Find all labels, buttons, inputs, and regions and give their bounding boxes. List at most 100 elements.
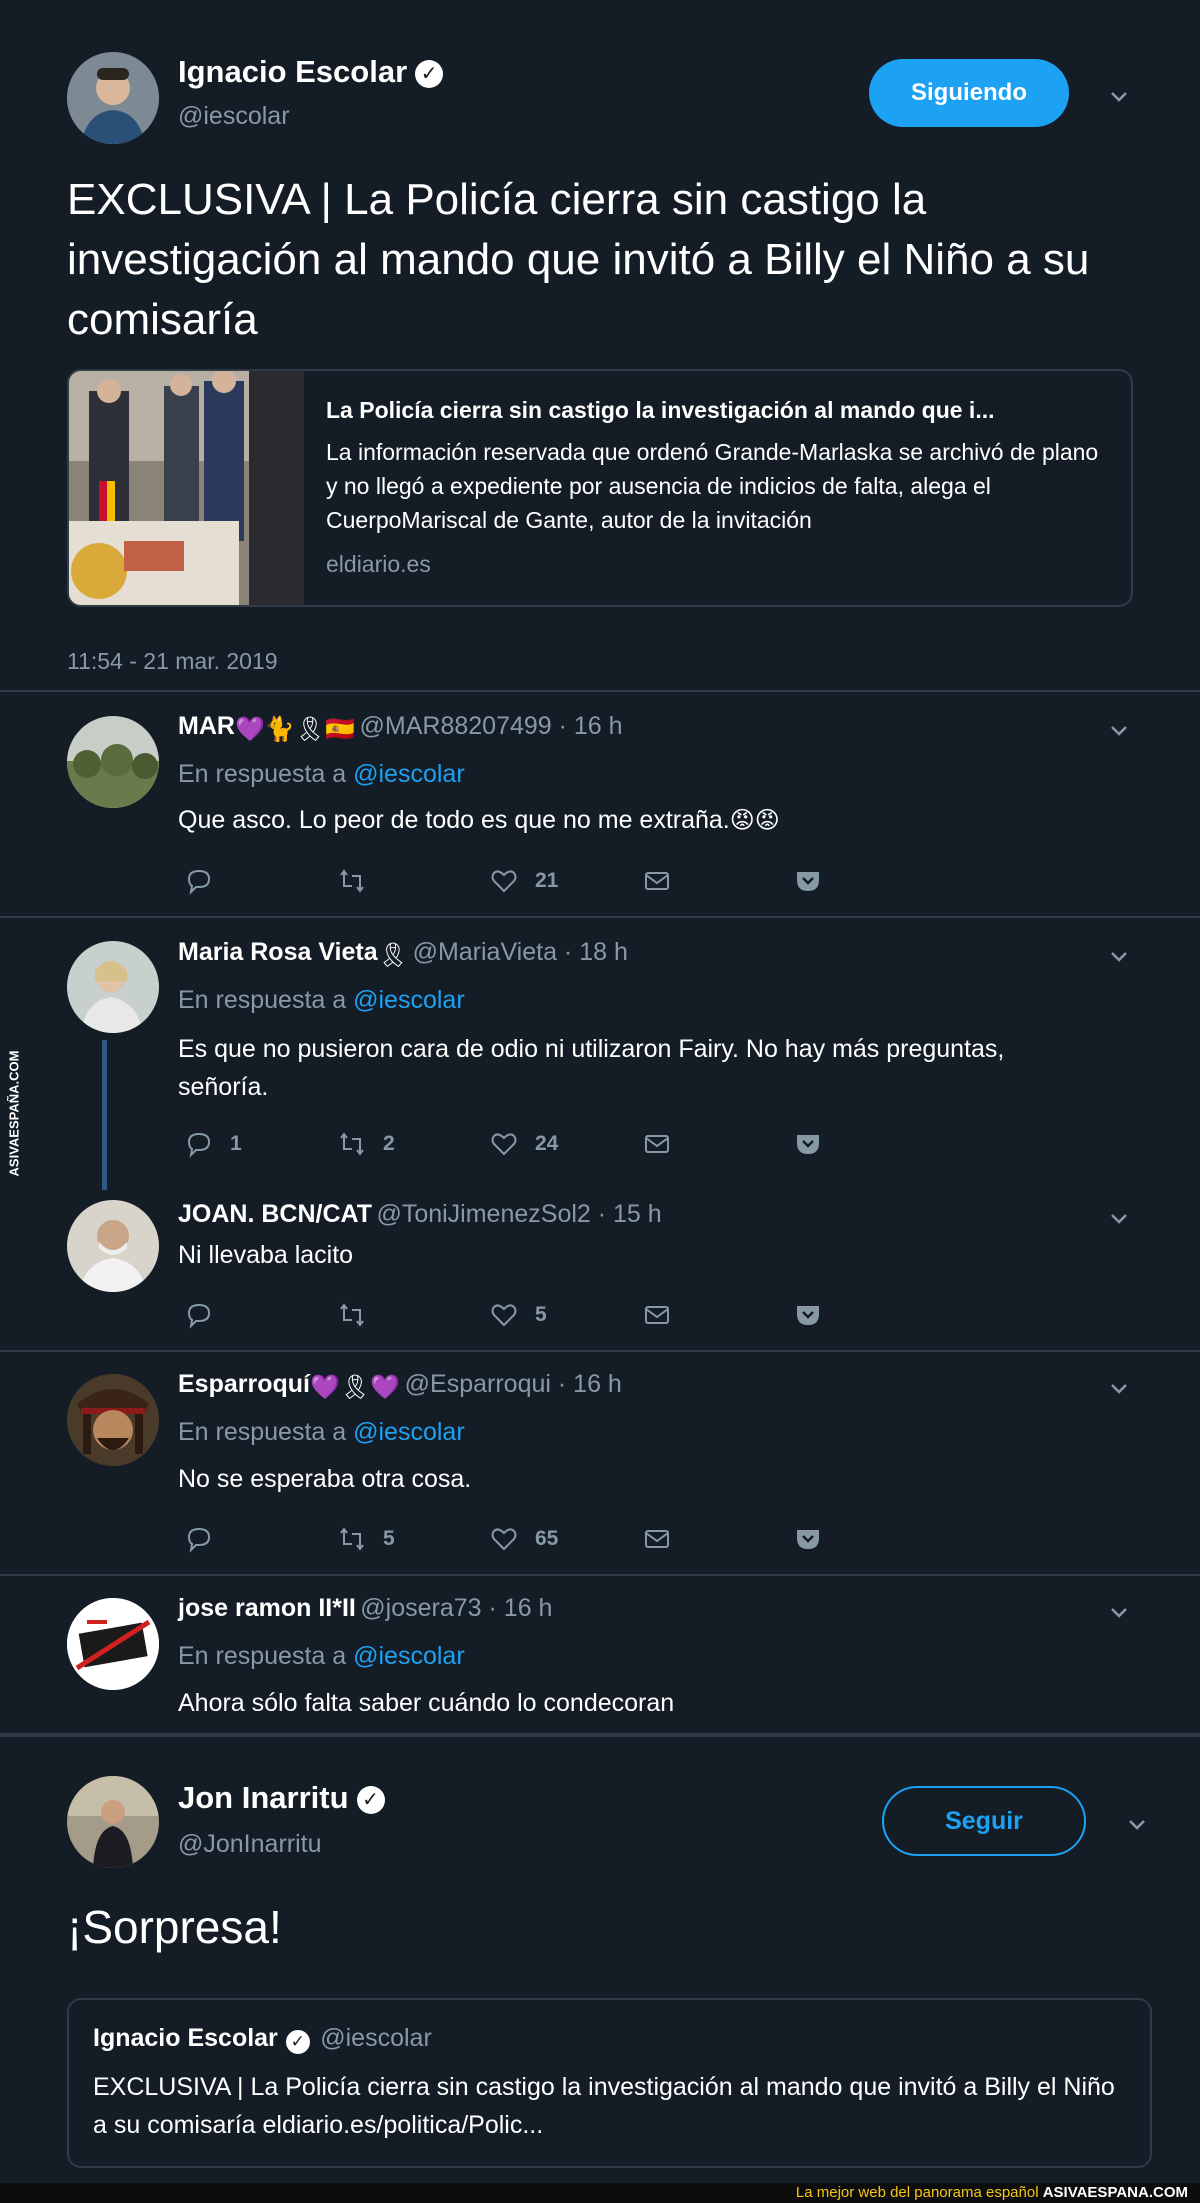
reply-to-prefix: En respuesta a — [178, 1642, 347, 1670]
avatar-maria-rosa-vieta[interactable] — [67, 941, 159, 1033]
avatar-esparroqui[interactable] — [67, 1374, 159, 1466]
like-count: 65 — [535, 1527, 559, 1550]
divider — [0, 916, 1200, 918]
reply-author-handle[interactable]: @Esparroqui · 16 h — [405, 1370, 622, 1398]
reply-to-prefix: En respuesta a — [178, 1418, 347, 1446]
footer-bar: La mejor web del panorama español ASIVAE… — [0, 2183, 1200, 2203]
like-action[interactable]: 5 — [489, 1300, 547, 1330]
reply-to-prefix: En respuesta a — [178, 760, 347, 788]
like-count: 24 — [535, 1132, 559, 1155]
reply-action[interactable] — [184, 1524, 230, 1554]
pocket-action[interactable] — [793, 1524, 823, 1554]
avatar-mar[interactable] — [67, 716, 159, 808]
retweet-action[interactable]: 5 — [337, 1524, 395, 1554]
reply-author-handle[interactable]: @ToniJimenezSol2 · 15 h — [376, 1200, 661, 1228]
envelope-icon — [645, 1530, 669, 1548]
person-photo-icon — [67, 941, 159, 1033]
like-action[interactable]: 21 — [489, 866, 558, 896]
chevron-down-icon[interactable] — [1104, 1598, 1134, 1628]
reply-text: No se esperaba otra cosa. — [178, 1465, 472, 1493]
reply-author-handle[interactable]: @MariaVieta · 18 h — [413, 938, 628, 966]
retweet-icon — [340, 869, 364, 893]
retweet-action[interactable] — [337, 1300, 383, 1330]
like-count: 5 — [535, 1303, 547, 1326]
card-description: La información reservada que ordenó Gran… — [326, 439, 1099, 533]
reply-text: Ni llevaba lacito — [178, 1241, 354, 1269]
avatar-jon-inarritu[interactable] — [67, 1776, 159, 1868]
reply-author-name[interactable]: MAR — [178, 712, 235, 740]
pirate-photo-icon — [67, 1374, 159, 1466]
quoted-text: EXCLUSIVA | La Policía cierra sin castig… — [93, 2073, 1115, 2139]
avatar-ignacio-escolar[interactable] — [67, 52, 159, 144]
chevron-down-icon[interactable] — [1104, 1204, 1134, 1234]
following-button[interactable]: Siguiendo — [869, 59, 1069, 127]
avatar-jose-ramon[interactable] — [67, 1598, 159, 1690]
message-action[interactable] — [642, 1129, 672, 1159]
reply-author-name[interactable]: JOAN. BCN/CAT — [178, 1200, 372, 1228]
pocket-action[interactable] — [793, 866, 823, 896]
quoted-tweet[interactable]: Ignacio Escolar ✓ @iescolar EXCLUSIVA | L… — [67, 1998, 1152, 2168]
heart-icon — [491, 1133, 517, 1156]
retweet-action[interactable] — [337, 866, 383, 896]
reply-icon — [187, 1132, 211, 1158]
reply-to-handle[interactable]: @iescolar — [353, 1418, 465, 1446]
like-action[interactable]: 24 — [489, 1129, 558, 1159]
card-title[interactable]: La Policía cierra sin castigo la investi… — [326, 397, 1116, 424]
card-domain[interactable]: eldiario.es — [326, 551, 431, 578]
name-emojis: 🎗 — [377, 942, 409, 970]
author-handle[interactable]: @iescolar — [178, 102, 290, 131]
retweet-action[interactable]: 2 — [337, 1129, 395, 1159]
like-action[interactable]: 65 — [489, 1524, 558, 1554]
person-photo-icon — [67, 1776, 159, 1868]
chevron-down-icon[interactable] — [1122, 1810, 1152, 1840]
heart-icon — [491, 1304, 517, 1327]
reply-icon — [187, 869, 211, 895]
chevron-down-icon[interactable] — [1104, 82, 1134, 112]
divider — [0, 1350, 1200, 1352]
chevron-down-icon[interactable] — [1104, 716, 1134, 746]
reply-author-handle[interactable]: @josera73 · 16 h — [360, 1594, 552, 1622]
pocket-icon — [797, 1135, 819, 1154]
footer-brand[interactable]: ASIVAESPANA.COM — [1043, 2184, 1188, 2201]
reply-text: Es que no pusieron cara de odio ni utili… — [178, 1035, 1005, 1101]
chevron-down-icon[interactable] — [1104, 942, 1134, 972]
retweet-count: 5 — [383, 1527, 395, 1550]
message-action[interactable] — [642, 1300, 672, 1330]
avatar-joan[interactable] — [67, 1200, 159, 1292]
reply-to-prefix: En respuesta a — [178, 986, 347, 1014]
link-card[interactable]: La Policía cierra sin castigo la investi… — [67, 369, 1133, 607]
reply-author-name[interactable]: Maria Rosa Vieta — [178, 938, 378, 966]
reply-action[interactable] — [184, 1300, 230, 1330]
reply-action[interactable] — [184, 866, 230, 896]
chevron-down-icon[interactable] — [1104, 1374, 1134, 1404]
like-count: 21 — [535, 869, 559, 892]
author-name[interactable]: Ignacio Escolar — [178, 54, 407, 89]
reply-to-handle[interactable]: @iescolar — [353, 760, 465, 788]
author-name[interactable]: Jon Inarritu — [178, 1780, 349, 1815]
message-action[interactable] — [642, 866, 672, 896]
divider — [0, 1574, 1200, 1576]
reply-to-handle[interactable]: @iescolar — [353, 1642, 465, 1670]
reply-action[interactable]: 1 — [184, 1129, 242, 1159]
reply-count: 1 — [230, 1132, 242, 1155]
pocket-icon — [797, 872, 819, 891]
name-emojis: 💜🎗💜 — [309, 1374, 401, 1402]
name-emojis: 💜🐈🎗🇪🇸 — [234, 716, 356, 744]
pocket-action[interactable] — [793, 1129, 823, 1159]
author-handle[interactable]: @JonInarritu — [178, 1830, 322, 1859]
tweet-timestamp[interactable]: 11:54 - 21 mar. 2019 — [67, 648, 278, 675]
text-emojis: 😡😡 — [729, 807, 780, 835]
follow-button[interactable]: Seguir — [882, 1786, 1086, 1856]
reply-text: Ahora sólo falta saber cuándo lo condeco… — [178, 1689, 675, 1717]
quoted-author-handle: @iescolar — [320, 2024, 432, 2052]
reply-author-name[interactable]: jose ramon II*II — [178, 1594, 356, 1622]
pocket-action[interactable] — [793, 1300, 823, 1330]
envelope-icon — [645, 1135, 669, 1153]
side-watermark: ASIVAESPAÑA.COM — [6, 1050, 22, 1177]
footer-tagline: La mejor web del panorama español — [795, 2184, 1039, 2201]
card-image — [69, 371, 304, 605]
message-action[interactable] — [642, 1524, 672, 1554]
reply-to-handle[interactable]: @iescolar — [353, 986, 465, 1014]
reply-author-name[interactable]: Esparroquí — [178, 1370, 310, 1398]
reply-author-handle[interactable]: @MAR88207499 · 16 h — [360, 712, 623, 740]
